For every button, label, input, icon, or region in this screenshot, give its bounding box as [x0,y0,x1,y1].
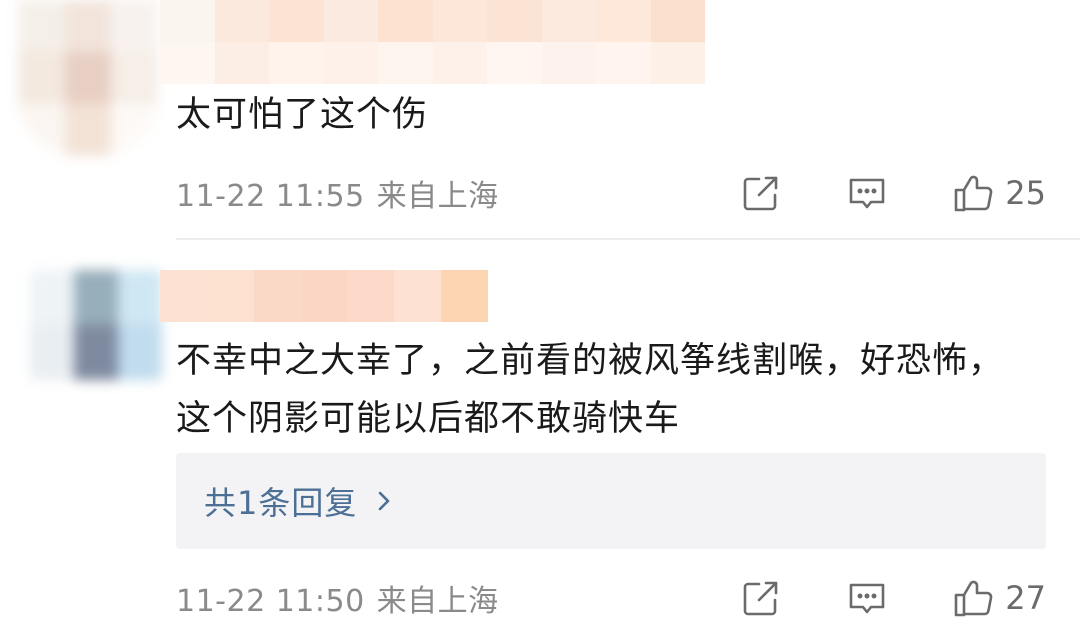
comment-text: 不幸中之大幸了，之前看的被风筝线割喉，好恐怖，这个阴影可能以后都不敢骑快车 [176,341,1005,439]
comment-icon [849,583,885,614]
comment-text: 太可怕了这个伤 [176,95,429,135]
comment-actions: 27 [739,576,1046,620]
like-button[interactable]: 27 [951,576,1046,620]
time-label: 11-22 11:55 [176,179,365,214]
comment-timestamp: 11-22 11:55 来自上海 [176,171,499,215]
avatar-blurred[interactable] [30,270,162,380]
replies-box: 共1条回复 [176,453,1046,549]
comment-meta: 11-22 11:55 来自上海 25 [176,169,1046,217]
thumbs-up-icon [954,175,993,212]
like-count: 25 [1005,174,1046,212]
share-button[interactable] [739,576,783,620]
location-label: 来自上海 [376,179,499,214]
comment-meta: 11-22 11:50 来自上海 27 [176,574,1046,622]
like-count: 27 [1005,579,1046,617]
username-blurred[interactable] [160,270,488,322]
thumbs-up-icon [954,580,993,617]
view-replies-label: 共1条回复 [204,484,358,522]
comment-actions: 25 [739,171,1046,215]
comment-item: 太可怕了这个伤 11-22 11:55 来自上海 25 [0,0,1080,240]
comment-icon [849,178,885,209]
username-blurred[interactable] [160,0,705,84]
comment-item: 不幸中之大幸了，之前看的被风筝线割喉，好恐怖，这个阴影可能以后都不敢骑快车 共1… [0,240,1080,638]
chevron-right-icon [379,491,390,511]
time-label: 11-22 11:50 [176,584,365,619]
comment-button[interactable] [845,576,889,620]
share-icon [743,581,778,616]
like-button[interactable]: 25 [951,171,1046,215]
comment-button[interactable] [845,171,889,215]
share-button[interactable] [739,171,783,215]
share-icon [743,176,778,211]
view-replies-link[interactable]: 共1条回复 [204,478,397,524]
comment-timestamp: 11-22 11:50 来自上海 [176,576,499,620]
avatar-blurred[interactable] [18,0,158,156]
location-label: 来自上海 [376,584,499,619]
